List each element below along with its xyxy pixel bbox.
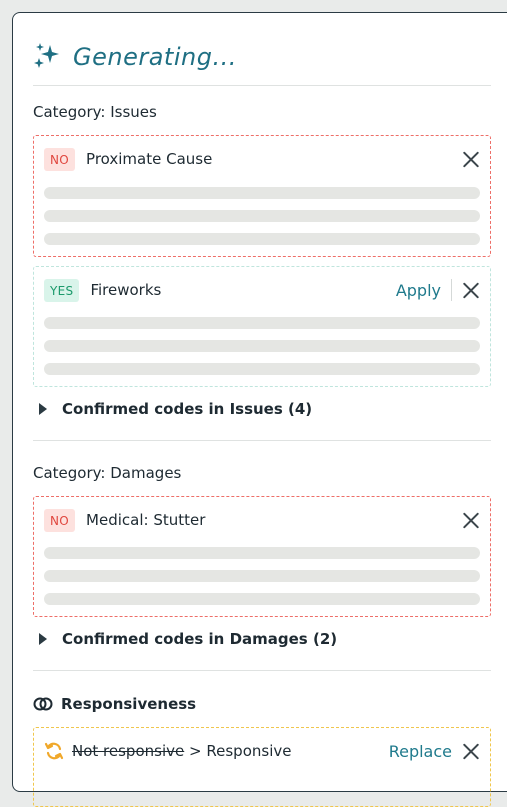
confirmed-codes-label: Confirmed codes in Damages (2) xyxy=(62,630,338,648)
code-label: Medical: Stutter xyxy=(86,511,206,529)
loading-skeleton-line xyxy=(44,593,480,605)
card-header: YES Fireworks Apply xyxy=(44,277,480,303)
responsiveness-suggestion-card: Not responsive > Responsive Replace xyxy=(33,727,491,807)
apply-button[interactable]: Apply xyxy=(396,281,441,300)
category-title-damages: Category: Damages xyxy=(33,464,182,482)
responsiveness-header: Responsiveness xyxy=(33,695,196,713)
close-icon[interactable] xyxy=(462,742,480,760)
suggestion-card-medical-stutter: NO Medical: Stutter xyxy=(33,496,491,617)
close-icon[interactable] xyxy=(462,281,480,299)
loading-skeleton-line xyxy=(44,570,480,582)
confirmed-codes-label: Confirmed codes in Issues (4) xyxy=(62,400,313,418)
responsiveness-title: Responsiveness xyxy=(61,695,197,713)
caret-right-icon xyxy=(39,633,47,645)
loading-skeleton-line xyxy=(44,187,480,199)
suggestion-card-proximate-cause: NO Proximate Cause xyxy=(33,135,491,257)
no-badge: NO xyxy=(44,508,76,532)
loading-skeleton-line xyxy=(44,233,480,245)
change-separator: > xyxy=(189,742,202,760)
card-header: Not responsive > Responsive Replace xyxy=(44,738,480,764)
divider xyxy=(33,440,491,441)
code-label: Proximate Cause xyxy=(86,150,213,168)
divider xyxy=(33,85,491,86)
yes-badge: YES xyxy=(44,278,80,302)
refresh-icon xyxy=(44,741,64,761)
divider xyxy=(33,670,491,671)
card-header: NO Medical: Stutter xyxy=(44,507,480,533)
loading-skeleton-line xyxy=(44,363,480,375)
responsiveness-change: Not responsive > Responsive xyxy=(72,742,389,760)
confirmed-codes-damages-toggle[interactable]: Confirmed codes in Damages (2) xyxy=(39,630,337,648)
loading-skeleton-line xyxy=(44,547,480,559)
card-header: NO Proximate Cause xyxy=(44,146,480,172)
category-title-issues: Category: Issues xyxy=(33,103,157,121)
generating-header: Generating... xyxy=(33,39,237,75)
loading-skeleton-line xyxy=(44,210,480,222)
new-value: Responsive xyxy=(206,742,292,760)
suggestion-card-fireworks: YES Fireworks Apply xyxy=(33,266,491,387)
confirmed-codes-issues-toggle[interactable]: Confirmed codes in Issues (4) xyxy=(39,400,312,418)
code-label: Fireworks xyxy=(90,281,162,299)
close-icon[interactable] xyxy=(462,511,480,529)
caret-right-icon xyxy=(39,403,47,415)
action-separator xyxy=(451,279,452,301)
ai-suggestions-panel: Generating... Category: Issues NO Proxim… xyxy=(12,12,507,807)
generating-title: Generating... xyxy=(73,43,237,71)
old-value: Not responsive xyxy=(72,742,185,760)
replace-button[interactable]: Replace xyxy=(389,742,452,761)
sparkles-icon xyxy=(33,41,61,73)
loading-skeleton-line xyxy=(44,317,480,329)
loading-skeleton-line xyxy=(44,340,480,352)
overlap-circles-icon xyxy=(33,697,53,711)
no-badge: NO xyxy=(44,147,76,171)
close-icon[interactable] xyxy=(462,150,480,168)
